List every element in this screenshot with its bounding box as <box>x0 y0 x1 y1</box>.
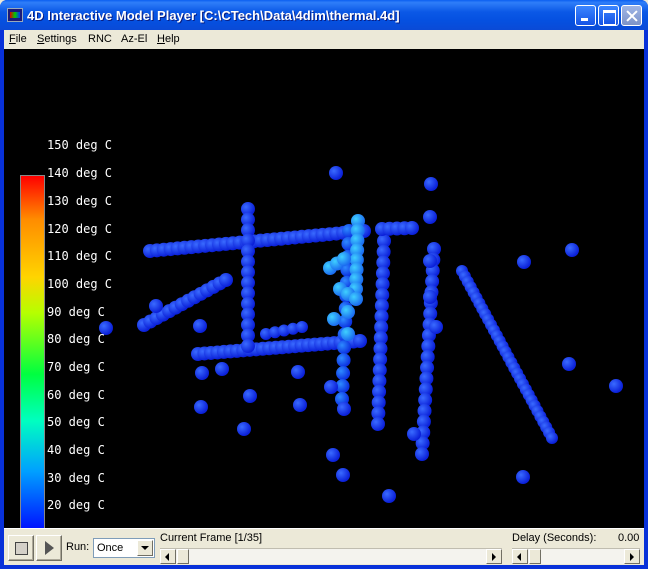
legend-label: 120 deg C <box>47 222 113 236</box>
menu-az-el-label: Az-El <box>121 33 148 45</box>
sample-sphere <box>337 252 351 266</box>
sample-sphere <box>562 357 576 371</box>
sample-sphere <box>565 243 579 257</box>
sample-sphere <box>327 312 341 326</box>
menu-file-label: ile <box>15 33 27 45</box>
menu-file[interactable]: File <box>9 33 27 45</box>
title-bar[interactable]: 4D Interactive Model Player [C:\CTech\Da… <box>0 0 648 30</box>
legend-label: 60 deg C <box>47 388 105 402</box>
delay-slider[interactable] <box>512 548 640 564</box>
delay-slider-thumb[interactable] <box>529 549 541 564</box>
sample-sphere <box>336 468 350 482</box>
scroll-right-icon[interactable] <box>624 549 640 564</box>
sample-sphere <box>149 299 163 313</box>
sample-sphere <box>324 380 338 394</box>
legend-label: 140 deg C <box>47 166 113 180</box>
sample-sphere <box>424 177 438 191</box>
sample-sphere <box>291 365 305 379</box>
sample-sphere <box>326 448 340 462</box>
sample-sphere <box>195 366 209 380</box>
current-frame-label: Current Frame [1/35] <box>160 532 263 544</box>
delay-label: Delay (Seconds): <box>512 532 597 544</box>
sample-sphere <box>243 389 257 403</box>
sample-sphere <box>405 221 419 235</box>
play-button[interactable] <box>36 535 62 561</box>
sample-sphere <box>337 402 351 416</box>
stop-button[interactable] <box>8 535 34 561</box>
sample-sphere <box>336 366 351 381</box>
maximize-button[interactable] <box>598 5 619 26</box>
menu-help[interactable]: Help <box>157 33 180 45</box>
scroll-left-icon[interactable] <box>160 549 176 564</box>
legend-label: 70 deg C <box>47 360 105 374</box>
chevron-down-icon[interactable] <box>137 540 153 556</box>
playback-bar: Run: Once Current Frame [1/35] Delay (Se… <box>4 528 644 565</box>
legend-label: 50 deg C <box>47 415 105 429</box>
sample-sphere <box>407 427 421 441</box>
legend-label: 110 deg C <box>47 249 113 263</box>
app-window: 4D Interactive Model Player [C:\CTech\Da… <box>0 0 648 569</box>
delay-value: 0.00 <box>618 532 640 544</box>
sample-sphere <box>423 210 437 224</box>
legend-label: 30 deg C <box>47 471 105 485</box>
sample-sphere <box>293 398 307 412</box>
window-title: 4D Interactive Model Player [C:\CTech\Da… <box>27 8 400 23</box>
legend-label: 20 deg C <box>47 498 105 512</box>
sample-sphere <box>194 400 208 414</box>
sample-sphere <box>193 319 207 333</box>
close-button[interactable] <box>621 5 642 26</box>
run-label: Run: <box>66 541 90 553</box>
menu-settings[interactable]: Settings <box>37 33 77 45</box>
sample-sphere <box>423 254 437 268</box>
sample-sphere <box>546 432 558 444</box>
minimize-button[interactable] <box>575 5 596 26</box>
sample-sphere <box>429 320 443 334</box>
scroll-right-icon[interactable] <box>486 549 502 564</box>
sample-sphere <box>423 290 437 304</box>
menu-settings-label: ettings <box>44 33 77 45</box>
menu-help-key: H <box>157 33 165 45</box>
frame-slider[interactable] <box>160 548 502 564</box>
menu-rnc[interactable]: RNC <box>88 33 112 45</box>
temperature-color-bar <box>20 175 45 528</box>
model-viewport[interactable]: 150 deg C 140 deg C 130 deg C 120 deg C … <box>4 49 644 528</box>
sample-sphere <box>353 334 367 348</box>
legend-label: 40 deg C <box>47 443 105 457</box>
legend-label: 150 deg C <box>47 138 113 152</box>
sample-sphere <box>341 327 355 341</box>
legend-label: 80 deg C <box>47 332 105 346</box>
sample-sphere <box>237 422 251 436</box>
sample-sphere <box>415 447 429 461</box>
menu-rnc-label: RNC <box>88 33 112 45</box>
sample-sphere <box>516 470 530 484</box>
menu-bar: File Settings RNC Az-El Help <box>4 30 644 49</box>
menu-az-el[interactable]: Az-El <box>121 33 147 45</box>
run-mode-value: Once <box>97 542 124 554</box>
legend-label: 90 deg C <box>47 305 105 319</box>
sample-sphere <box>329 166 343 180</box>
menu-file-key: F <box>9 33 16 45</box>
sample-sphere <box>215 362 229 376</box>
client-area: File Settings RNC Az-El Help 150 deg C 1… <box>4 30 644 565</box>
legend-label: 100 deg C <box>47 277 113 291</box>
run-mode-select[interactable]: Once <box>93 538 155 558</box>
sample-sphere <box>609 379 623 393</box>
sample-sphere <box>241 339 255 353</box>
app-icon[interactable] <box>7 8 23 22</box>
frame-slider-thumb[interactable] <box>177 549 189 564</box>
sample-sphere <box>219 273 233 287</box>
sample-sphere <box>296 321 308 333</box>
sample-sphere <box>349 292 363 306</box>
sample-sphere <box>341 305 355 319</box>
sample-sphere <box>337 340 352 355</box>
sample-sphere <box>382 489 396 503</box>
sample-sphere <box>336 353 351 368</box>
menu-help-label: elp <box>164 33 180 45</box>
sample-sphere <box>371 417 385 431</box>
legend-label: 130 deg C <box>47 194 113 208</box>
scroll-left-icon[interactable] <box>512 549 528 564</box>
sample-sphere <box>517 255 531 269</box>
